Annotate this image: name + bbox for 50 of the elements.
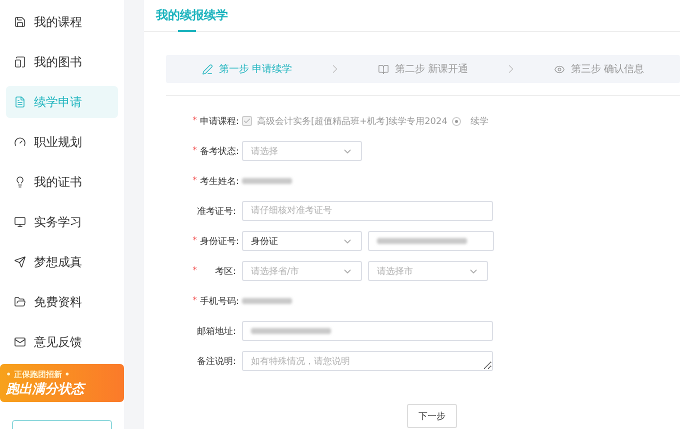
field-label: 身份证号: (200, 236, 240, 248)
required-mark: * (192, 296, 198, 306)
redacted-text (242, 178, 292, 184)
redacted-text (242, 298, 292, 304)
sidebar-item[interactable]: 我的课程 (6, 6, 118, 38)
step-item: 第三步 确认信息 (518, 62, 680, 76)
field-label: 考区: (214, 266, 237, 278)
input-field[interactable] (242, 321, 493, 341)
radio-label: 续学 (470, 116, 488, 128)
pen-icon (202, 64, 213, 74)
sidebar-item[interactable]: 我的图书 (6, 46, 118, 78)
sidebar-item[interactable]: 梦想成真 (6, 246, 118, 278)
select-field[interactable]: 身份证 (242, 231, 362, 251)
required-mark: * (192, 266, 198, 276)
required-mark: * (192, 116, 198, 126)
book-icon (378, 64, 389, 74)
lightbulb-icon (14, 176, 26, 188)
sidebar-item[interactable]: 意见反馈 (6, 326, 118, 358)
floppy-icon (14, 16, 26, 28)
required-mark: * (192, 236, 198, 246)
radio-button[interactable] (452, 116, 462, 126)
field-label: 考生姓名: (200, 176, 240, 188)
field-label: 备注说明: (196, 356, 237, 368)
monitor-icon (14, 216, 26, 228)
textarea-field[interactable]: 如有特殊情况，请您说明 (242, 351, 493, 371)
sidebar-item[interactable]: 实务学习 (6, 206, 118, 238)
step-item: 第一步 申请续学 (166, 62, 328, 76)
gauge-icon (14, 136, 26, 148)
sidebar-item[interactable]: 职业规划 (6, 126, 118, 158)
input-field[interactable]: 请仔细核对准考证号 (242, 201, 493, 221)
paper-plane-icon (14, 256, 26, 268)
field-label: 邮箱地址: (196, 326, 237, 338)
sidebar-item[interactable]: 我的证书 (6, 166, 118, 198)
field-label: 手机号码: (200, 296, 240, 308)
next-button[interactable]: 下一步 (407, 404, 457, 428)
field-label: 申请课程: (200, 116, 240, 128)
course-name: 高级会计实务[超值精品班+机考]续学专用2024 (257, 116, 448, 128)
document-icon (14, 96, 26, 108)
step-item: 第二步 新课开通 (342, 62, 504, 76)
input-field[interactable] (368, 231, 494, 251)
sidebar-item[interactable]: 免费资料 (6, 286, 118, 318)
field-label: 准考证号: (196, 206, 237, 218)
folder-icon (14, 296, 26, 308)
course-checkbox[interactable] (242, 116, 252, 126)
required-mark: * (192, 146, 198, 156)
eye-icon (554, 64, 565, 74)
mail-icon (14, 336, 26, 348)
tablet-icon (14, 56, 26, 68)
field-label: 备考状态: (200, 146, 240, 158)
required-mark: * (192, 176, 198, 186)
